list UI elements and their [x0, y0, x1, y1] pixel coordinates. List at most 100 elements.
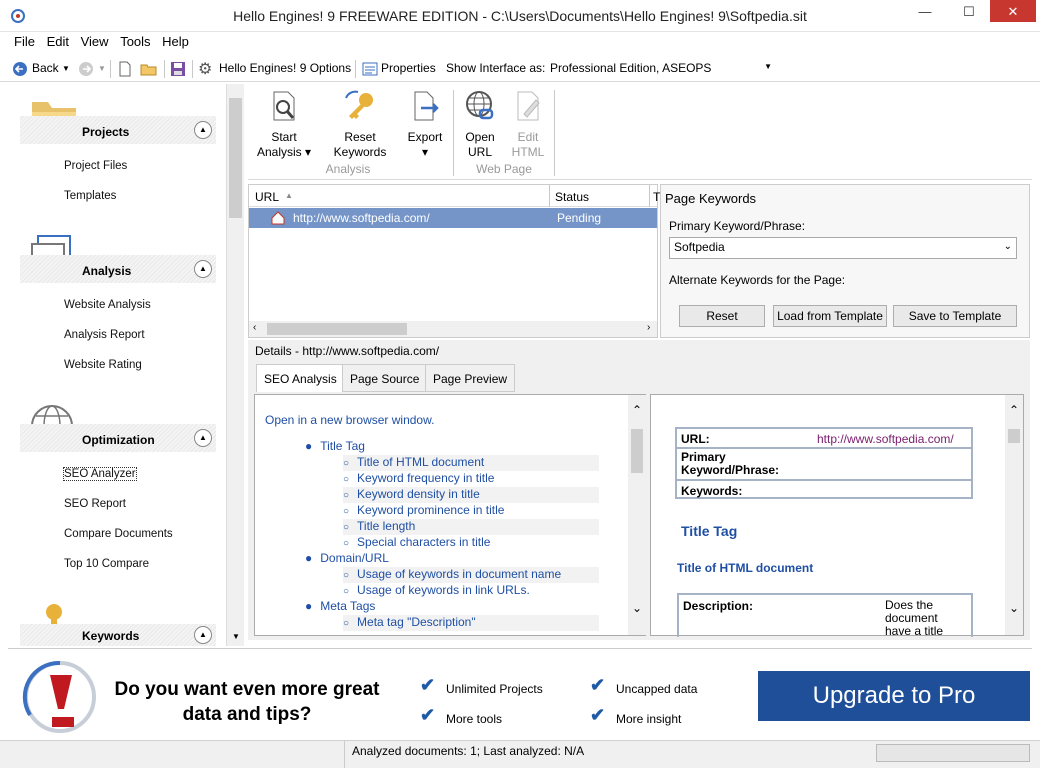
menu-help[interactable]: Help — [162, 34, 189, 49]
menu-edit[interactable]: Edit — [47, 34, 69, 49]
upgrade-banner: Do you want even more great data and tip… — [8, 648, 1032, 740]
checkmark-icon: ✔ — [420, 675, 436, 695]
gear-icon[interactable]: ⚙ — [198, 59, 212, 79]
seo-scroll-thumb[interactable] — [631, 429, 643, 473]
close-button[interactable]: ✕ — [990, 0, 1036, 22]
properties-icon[interactable] — [362, 61, 378, 77]
nav-website-rating[interactable]: Website Rating — [64, 359, 142, 371]
list-hscrollbar[interactable]: ‹ › — [249, 321, 657, 337]
reset-button[interactable]: Reset — [679, 305, 765, 327]
nav-project-files[interactable]: Project Files — [64, 160, 127, 172]
tree-parent-item[interactable]: ● Meta Tags — [305, 599, 375, 613]
save-icon[interactable] — [170, 61, 186, 77]
scroll-left-icon[interactable]: ‹ — [253, 322, 256, 333]
open-url-button[interactable]: Open URL — [458, 90, 502, 160]
list-scroll-thumb[interactable] — [267, 323, 407, 335]
collapse-up-icon[interactable]: ▲ — [194, 121, 212, 139]
reset-keywords-button[interactable]: Reset Keywords — [330, 90, 390, 160]
nav-analysis-report[interactable]: Analysis Report — [64, 329, 145, 341]
tree-parent-item[interactable]: ● Domain/URL — [305, 551, 389, 565]
col-url-header[interactable]: URL — [255, 190, 279, 204]
minimize-button[interactable]: — — [902, 0, 948, 24]
tree-child-item[interactable]: ○ Meta tag "Description" — [343, 615, 599, 631]
chevron-down-icon: ⌄ — [1003, 241, 1012, 252]
back-dropdown-icon[interactable]: ▼ — [62, 64, 70, 73]
scroll-down-icon[interactable]: ⌄ — [632, 601, 642, 615]
primary-keyword-label: Primary Keyword/Phrase: — [669, 219, 806, 233]
interface-select[interactable]: Professional Edition, ASEOPS ▼ — [546, 59, 776, 78]
maximize-button[interactable]: ☐ — [946, 0, 992, 24]
section-analysis-header[interactable]: Analysis ▲ — [20, 255, 216, 283]
back-arrow-icon[interactable] — [12, 61, 28, 77]
sidebar-scrollbar[interactable]: ▼ — [226, 84, 244, 646]
tree-child-item[interactable]: ○ Title length — [343, 519, 599, 535]
nav-seo-report[interactable]: SEO Report — [64, 498, 126, 510]
tab-page-source[interactable]: Page Source — [342, 364, 428, 392]
upgrade-to-pro-button[interactable]: Upgrade to Pro — [758, 671, 1030, 721]
forward-arrow-icon[interactable] — [78, 61, 94, 77]
collapse-up-icon[interactable]: ▲ — [194, 429, 212, 447]
preview-pk-label: Primary Keyword/Phrase: — [681, 450, 780, 477]
chevron-down-icon: ▼ — [764, 62, 772, 71]
open-folder-icon[interactable] — [140, 61, 158, 77]
scroll-down-icon[interactable]: ⌄ — [1009, 601, 1019, 615]
nav-templates[interactable]: Templates — [64, 190, 116, 202]
collapse-up-icon[interactable]: ▲ — [194, 626, 212, 644]
section-keywords-header[interactable]: Keywords ▲ — [20, 624, 216, 646]
export-button[interactable]: Export ▾ — [402, 90, 448, 160]
scroll-up-icon[interactable]: ⌃ — [1009, 403, 1019, 417]
preview-scroll-thumb[interactable] — [1008, 429, 1020, 443]
nav-website-analysis[interactable]: Website Analysis — [64, 299, 151, 311]
collapse-up-icon[interactable]: ▲ — [194, 260, 212, 278]
tree-child-item[interactable]: ○ Keyword prominence in title — [343, 503, 599, 519]
open-browser-link[interactable]: Open in a new browser window. — [265, 413, 434, 427]
scroll-down-icon[interactable]: ▼ — [232, 632, 240, 641]
home-page-icon — [271, 211, 285, 225]
table-row[interactable]: http://www.softpedia.com/ Pending — [249, 208, 657, 228]
edit-html-button[interactable]: Edit HTML — [506, 90, 550, 160]
tab-seo-analysis[interactable]: SEO Analysis — [256, 364, 345, 392]
nav-compare-documents[interactable]: Compare Documents — [64, 528, 173, 540]
preview-title-tag: Title Tag — [681, 523, 738, 539]
menu-file[interactable]: File — [14, 34, 35, 49]
tree-child-item[interactable]: ○ Usage of keywords in document name — [343, 567, 599, 583]
tree-parent-item[interactable]: ● Title Tag — [305, 439, 365, 453]
menu-bar: File Edit View Tools Help — [0, 34, 1040, 54]
tree-child-item[interactable]: ○ Keyword density in title — [343, 487, 599, 503]
properties-button[interactable]: Properties — [381, 61, 436, 75]
tree-child-item[interactable]: ○ Title of HTML document — [343, 455, 599, 471]
nav-seo-analyzer[interactable]: SEO Analyzer — [63, 467, 137, 481]
seo-scrollbar[interactable]: ⌃ ⌄ — [628, 395, 646, 635]
forward-dropdown-icon[interactable]: ▼ — [98, 64, 106, 73]
edit-html-label: Edit HTML — [511, 130, 545, 159]
menu-tools[interactable]: Tools — [120, 34, 150, 49]
start-analysis-button[interactable]: Start Analysis ▾ — [256, 90, 312, 160]
preview-scrollbar[interactable]: ⌃ ⌄ — [1005, 395, 1023, 635]
nav-top-10-compare[interactable]: Top 10 Compare — [64, 558, 149, 570]
scroll-right-icon[interactable]: › — [647, 322, 650, 333]
tree-child-item[interactable]: ○ Keyword frequency in title — [343, 471, 599, 487]
circle-bullet-icon: ○ — [343, 458, 350, 469]
reset-keywords-label: Reset Keywords — [333, 130, 387, 159]
section-projects-header[interactable]: Projects ▲ — [20, 116, 216, 144]
tree-child-item[interactable]: ○ Special characters in title — [343, 535, 599, 551]
load-template-button[interactable]: Load from Template — [773, 305, 887, 327]
export-arrow-icon — [414, 91, 439, 121]
options-button[interactable]: Hello Engines! 9 Options — [219, 61, 351, 75]
sidebar-scroll-thumb[interactable] — [229, 98, 242, 218]
primary-keyword-select[interactable]: Softpedia ⌄ — [669, 237, 1017, 259]
bullet-icon: ● — [305, 551, 313, 565]
tab-page-preview[interactable]: Page Preview — [425, 364, 516, 392]
save-template-button[interactable]: Save to Template — [893, 305, 1017, 327]
menu-view[interactable]: View — [81, 34, 109, 49]
new-file-icon[interactable] — [118, 61, 132, 77]
document-magnifier-icon — [273, 91, 295, 121]
back-button[interactable]: Back — [32, 61, 59, 75]
section-optimization-header[interactable]: Optimization ▲ — [20, 424, 216, 452]
tree-child-item[interactable]: ○ Usage of keywords in link URLs. — [343, 583, 599, 599]
col-status-header[interactable]: Status — [555, 190, 589, 204]
url-list: URL ▲ Status T http://www.softpedia.com/… — [248, 184, 660, 338]
scroll-up-icon[interactable]: ⌃ — [632, 403, 642, 417]
alternate-keywords-label: Alternate Keywords for the Page: — [669, 273, 846, 287]
circle-bullet-icon: ○ — [343, 586, 350, 597]
